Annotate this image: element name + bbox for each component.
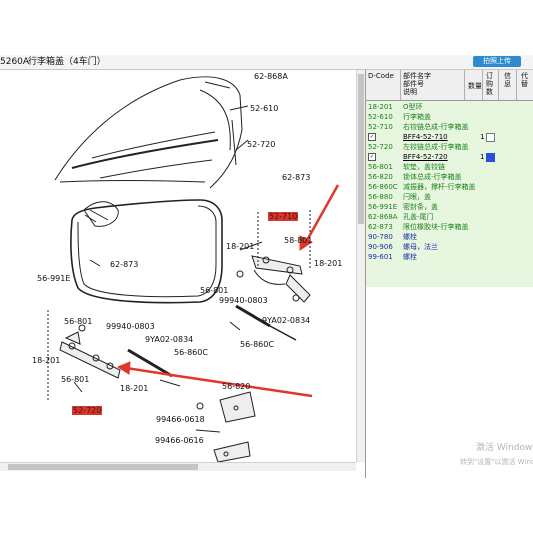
parts-list-header: D-Code 部件名字 部件号 说明 数量 订 购 数 信 息 代 替 [366, 70, 533, 101]
header-quantity: 数量 [468, 82, 482, 90]
order-qty-input[interactable] [486, 133, 495, 142]
part-quantity: 1 [480, 153, 485, 161]
parts-list-panel: D-Code 部件名字 部件号 说明 数量 订 购 数 信 息 代 替 18-2… [365, 70, 533, 478]
part-number-link[interactable]: BFF4-52-710 [403, 132, 448, 142]
callout-62-873-right[interactable]: 62-873 [282, 173, 310, 182]
callout-99940-0803-a[interactable]: 99940-0803 [219, 296, 268, 305]
title-bar: 5260A 行李箱盖（4车门） 拍照上传 [0, 55, 533, 70]
callout-56-801-a[interactable]: 56-801 [200, 286, 228, 295]
list-item[interactable]: 56-820 锁体总成-行李箱盖 [366, 172, 533, 182]
callout-56-801-b[interactable]: 56-801 [64, 317, 92, 326]
exploded-parts-diagram[interactable]: 62-868A 52-610 52-720 62-873 62-873 52-7… [0, 70, 356, 478]
header-substitute: 代 替 [521, 72, 528, 88]
header-dcode: D-Code [368, 72, 394, 80]
callout-9YA02-0834-b[interactable]: 9YA02-0834 [145, 335, 193, 344]
callout-18-201-b[interactable]: 18-201 [314, 259, 342, 268]
order-qty-input-selected[interactable] [486, 153, 495, 162]
callout-52-720-highlighted[interactable]: 52-720 [72, 406, 103, 415]
diagram-title: 行李箱盖（4车门） [28, 57, 106, 67]
callout-52-610[interactable]: 52-610 [250, 104, 278, 113]
callout-99466-0618[interactable]: 99466-0618 [156, 415, 205, 424]
list-item[interactable]: 52-710 右铰链总成-行李箱盖 [366, 122, 533, 132]
diagram-horizontal-scrollbar[interactable] [0, 462, 356, 471]
header-order-qty: 订 购 数 [486, 72, 493, 96]
callout-52-710-highlighted[interactable]: 52-710 [268, 212, 299, 221]
list-item[interactable]: 99-601 螺栓 [366, 252, 533, 262]
list-item[interactable]: 56-880 闩眼，盖 [366, 192, 533, 202]
diagram-vertical-scrollbar[interactable] [356, 70, 365, 462]
part-number-link[interactable]: BFF4-52-720 [403, 152, 448, 162]
part-number-row[interactable]: ✓ BFF4-52-710 1 [366, 132, 533, 142]
list-item[interactable]: 56-860C 减振器，撑杆-行李箱盖 [366, 182, 533, 192]
windows-activation-watermark: 激活 Windows [476, 443, 533, 453]
callout-56-991E[interactable]: 56-991E [37, 274, 70, 283]
header-part-name: 部件名字 部件号 说明 [403, 72, 431, 96]
list-item[interactable]: 56-801 软垫，盖铰链 [366, 162, 533, 172]
callout-56-860C-b[interactable]: 56-860C [174, 348, 208, 357]
callout-56-860C-a[interactable]: 56-860C [240, 340, 274, 349]
callout-18-201-a[interactable]: 18-201 [226, 242, 254, 251]
list-item[interactable]: 52-610 行李箱盖 [366, 112, 533, 122]
part-quantity: 1 [480, 133, 485, 141]
list-item[interactable]: 90-780 螺栓 [366, 232, 533, 242]
checkbox[interactable]: ✓ [368, 133, 376, 141]
list-item[interactable]: 18-201 O型环 [366, 102, 533, 112]
list-item[interactable]: 56-991E 密封条，盖 [366, 202, 533, 212]
callout-56-801-c[interactable]: 56-801 [61, 375, 89, 384]
callout-18-201-c[interactable]: 18-201 [32, 356, 60, 365]
callout-99466-0616[interactable]: 99466-0616 [155, 436, 204, 445]
callout-9YA02-0834-a[interactable]: 9YA02-0834 [262, 316, 310, 325]
callout-62-873-left[interactable]: 62-873 [110, 260, 138, 269]
windows-activation-hint: 转到"设置"以激活 Windo [460, 458, 533, 466]
scrollbar-thumb[interactable] [8, 464, 198, 470]
callout-18-201-d[interactable]: 18-201 [120, 384, 148, 393]
callout-99940-0803-b[interactable]: 99940-0803 [106, 322, 155, 331]
callout-56-820[interactable]: 56-820 [222, 382, 250, 391]
diagram-code: 5260A [0, 57, 30, 67]
photo-upload-button[interactable]: 拍照上传 [473, 56, 521, 67]
callout-58-801[interactable]: 58-801 [284, 236, 312, 245]
callout-52-720[interactable]: 52-720 [247, 140, 275, 149]
callout-62-868A[interactable]: 62-868A [254, 72, 288, 81]
checkbox[interactable]: ✓ [368, 153, 376, 161]
list-item[interactable]: 62-868A 孔盖-尾门 [366, 212, 533, 222]
list-item[interactable]: 90-906 螺母，法兰 [366, 242, 533, 252]
header-info: 信 息 [504, 72, 511, 88]
list-item[interactable]: 52-720 左铰链总成-行李箱盖 [366, 142, 533, 152]
parts-catalog-window: 5260A 行李箱盖（4车门） 拍照上传 62-868A 52-610 52-7… [0, 0, 533, 533]
part-number-row[interactable]: ✓ BFF4-52-720 1 [366, 152, 533, 162]
scrollbar-thumb[interactable] [358, 74, 364, 224]
list-item[interactable]: 62-873 限位橡胶块-行李箱盖 [366, 222, 533, 232]
